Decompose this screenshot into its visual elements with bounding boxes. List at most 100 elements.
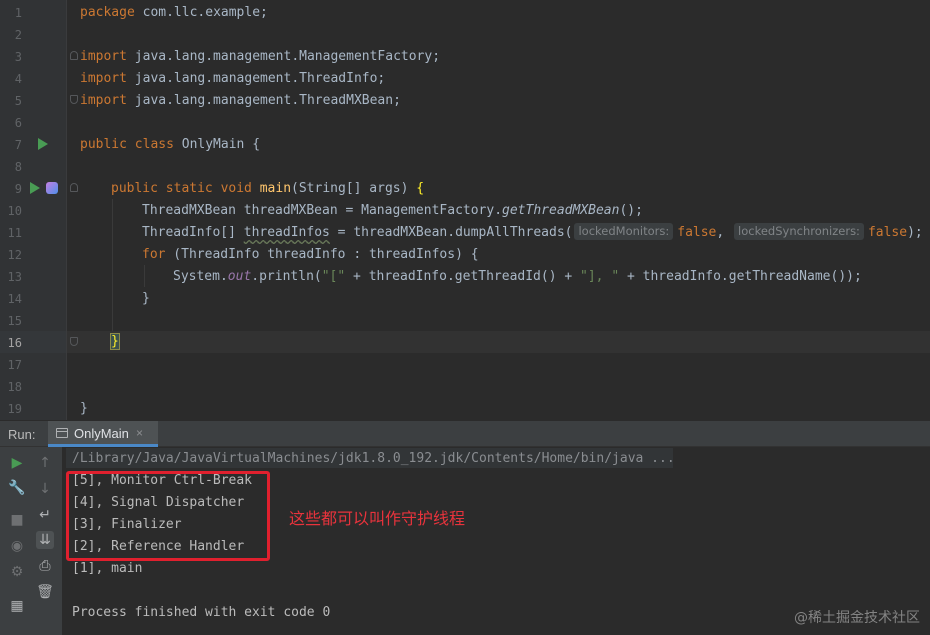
tab-onlymain[interactable]: OnlyMain × xyxy=(48,421,158,447)
fold-marker[interactable] xyxy=(70,51,78,60)
code-line-1: package com.llc.example; xyxy=(80,2,268,24)
line-number: 17 xyxy=(7,358,22,372)
code-string: "], " xyxy=(580,269,620,284)
code-static-field: out xyxy=(227,269,252,284)
code-text: java.lang.management.ManagementFactory; xyxy=(126,49,441,64)
code-line-13: System.out.println("[" + threadInfo.getT… xyxy=(173,266,862,288)
line-number: 1 xyxy=(14,6,22,20)
line-number: 4 xyxy=(14,72,22,86)
code-line-3: import java.lang.management.ManagementFa… xyxy=(80,46,440,68)
line-number: 9 xyxy=(14,182,22,196)
code-line-16: } xyxy=(110,331,120,353)
code-text: (String[] args) xyxy=(291,181,417,196)
code-keyword: import xyxy=(80,49,127,64)
code-line-9: public static void main(String[] args) { xyxy=(111,178,424,200)
code-line-14: } xyxy=(142,288,150,310)
daemon-threads-annotation: 这些都可以叫作守护线程 xyxy=(289,509,466,528)
line-number: 10 xyxy=(7,204,22,218)
code-brace-matched: } xyxy=(110,333,120,350)
code-method-name: main xyxy=(259,181,292,196)
indent-guide xyxy=(112,199,113,331)
line-number: 3 xyxy=(14,50,22,64)
code-keyword: false xyxy=(677,225,717,240)
run-class-icon[interactable] xyxy=(38,138,52,152)
console-command-line[interactable]: /Library/Java/JavaVirtualMachines/jdk1.8… xyxy=(72,448,675,470)
line-number: 13 xyxy=(7,270,22,284)
code-line-11: ThreadInfo[] threadInfos = threadMXBean.… xyxy=(142,222,923,244)
code-text: .println( xyxy=(251,269,322,284)
scroll-to-end-icon[interactable]: ⇊ xyxy=(36,531,54,549)
code-text: ThreadInfo[] xyxy=(142,225,244,240)
code-text: java.lang.management.ThreadInfo; xyxy=(126,71,386,86)
code-text: java.lang.management.ThreadMXBean; xyxy=(126,93,401,108)
code-line-4: import java.lang.management.ThreadInfo; xyxy=(80,68,385,90)
code-text: = threadMXBean.dumpAllThreads( xyxy=(329,225,573,240)
code-text: , xyxy=(716,225,733,240)
tab-title: OnlyMain xyxy=(74,426,129,441)
dump-threads-icon[interactable]: ◉ xyxy=(8,539,26,553)
code-keyword: import xyxy=(80,71,127,86)
code-editor[interactable]: 1 2 3 4 5 6 7 8 9 10 11 12 13 14 15 16 17 18 19 package co… xyxy=(0,0,930,420)
code-text: + threadInfo.getThreadId() + xyxy=(345,269,581,284)
spring-bean-icon[interactable] xyxy=(46,182,58,194)
code-text: + threadInfo.getThreadName()); xyxy=(619,269,862,284)
line-number: 6 xyxy=(14,116,22,130)
console-icon xyxy=(56,428,68,438)
gear-icon[interactable]: ⚙ xyxy=(8,565,26,579)
code-line-5: import java.lang.management.ThreadMXBean… xyxy=(80,90,401,112)
fold-marker[interactable] xyxy=(70,95,78,104)
code-text: OnlyMain { xyxy=(173,137,261,152)
trash-icon[interactable]: 🗑 xyxy=(36,585,54,599)
line-number: 14 xyxy=(7,292,22,306)
soft-wrap-icon[interactable]: ↵ xyxy=(36,508,54,522)
line-number: 15 xyxy=(7,314,22,328)
run-toolbar: ▶ ↑ 🔧 ↓ ■ ↵ ◉ ⇊ ⚙ ⎙ 🗑 ▦ xyxy=(0,447,62,635)
code-text: ThreadMXBean threadMXBean = ManagementFa… xyxy=(142,203,503,218)
code-keyword: import xyxy=(80,93,127,108)
code-text: System. xyxy=(173,269,228,284)
code-keyword: public static void xyxy=(111,181,252,196)
layout-icon[interactable]: ▦ xyxy=(8,599,26,613)
code-keyword: public class xyxy=(80,137,174,152)
code-line-12: for (ThreadInfo threadInfo : threadInfos… xyxy=(142,244,479,266)
line-number: 12 xyxy=(7,248,22,262)
settings-icon[interactable]: 🔧 xyxy=(8,481,26,495)
console-output-line: [1], main xyxy=(72,561,143,576)
code-text: (); xyxy=(619,203,643,218)
code-brace: { xyxy=(416,181,425,196)
daemon-threads-highlight-box xyxy=(66,471,270,561)
code-keyword: false xyxy=(867,225,908,240)
run-label: Run: xyxy=(8,427,36,442)
code-keyword: for xyxy=(142,247,166,262)
arrow-up-icon[interactable]: ↑ xyxy=(36,456,54,470)
gutter-divider xyxy=(66,0,67,420)
fold-marker[interactable] xyxy=(70,337,78,346)
code-variable: threadInfos xyxy=(243,225,330,240)
code-text: } xyxy=(142,291,150,306)
line-number: 5 xyxy=(14,94,22,108)
current-line-highlight xyxy=(0,331,930,353)
arrow-down-icon[interactable]: ↓ xyxy=(36,482,54,496)
stop-icon[interactable]: ■ xyxy=(8,513,26,527)
close-icon[interactable]: × xyxy=(136,426,143,440)
line-number: 7 xyxy=(14,138,22,152)
line-number: 8 xyxy=(14,160,22,174)
parameter-hint: lockedSynchronizers: xyxy=(734,223,864,240)
code-line-7: public class OnlyMain { xyxy=(80,134,260,156)
rerun-icon[interactable]: ▶ xyxy=(8,456,26,470)
line-number: 16 xyxy=(7,336,22,350)
line-number: 2 xyxy=(14,28,22,42)
code-keyword: package xyxy=(80,5,135,20)
console-exit-line: Process finished with exit code 0 xyxy=(72,605,331,620)
code-static-call: getThreadMXBean xyxy=(502,203,620,218)
run-tool-window-header: Run: OnlyMain × xyxy=(0,420,930,447)
fold-marker[interactable] xyxy=(70,183,78,192)
code-text: (ThreadInfo threadInfo : threadInfos) { xyxy=(165,247,479,262)
code-string: "[" xyxy=(321,269,346,284)
print-icon[interactable]: ⎙ xyxy=(36,559,54,573)
run-main-icon[interactable] xyxy=(30,182,44,196)
code-text: ); xyxy=(907,225,923,240)
watermark: @稀土掘金技术社区 xyxy=(794,610,920,626)
parameter-hint: lockedMonitors: xyxy=(574,223,674,240)
